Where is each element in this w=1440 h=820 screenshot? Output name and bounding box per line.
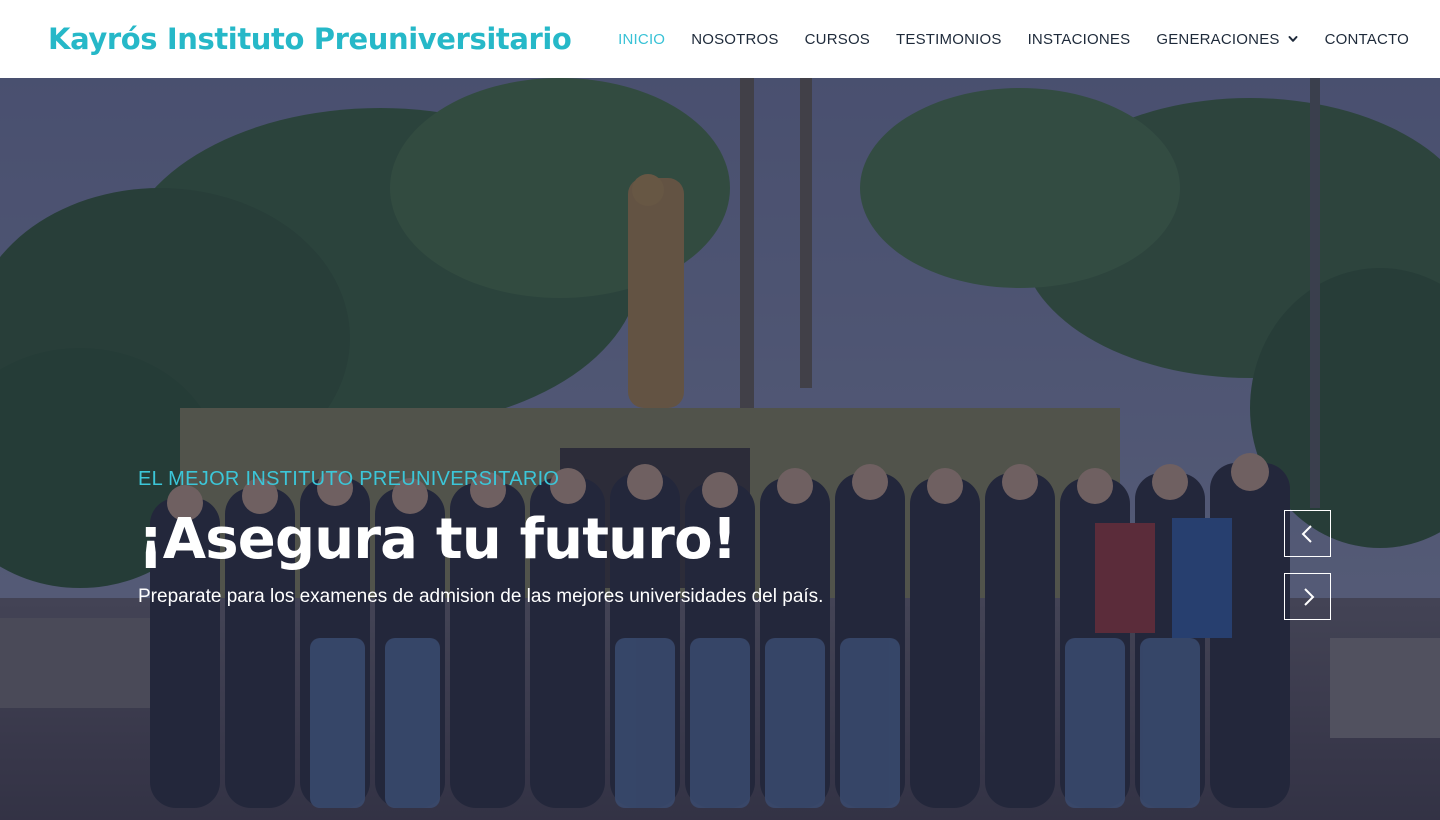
main-nav: INICIO NOSOTROS CURSOS TESTIMONIOS INSTA… <box>605 31 1422 48</box>
nav-cursos[interactable]: CURSOS <box>792 31 883 48</box>
site-header: Kayrós Instituto Preuniversitario INICIO… <box>0 0 1440 78</box>
hero-overlay <box>0 78 1440 820</box>
hero-eyebrow: EL MEJOR INSTITUTO PREUNIVERSITARIO <box>138 468 560 490</box>
hero-headline: ¡Asegura tu futuro! <box>138 507 737 572</box>
chevron-down-icon <box>1288 36 1298 42</box>
slider-prev-button[interactable] <box>1284 510 1331 557</box>
nav-contacto[interactable]: CONTACTO <box>1312 31 1422 48</box>
hero-caption: EL MEJOR INSTITUTO PREUNIVERSITARIO ¡Ase… <box>138 468 1038 608</box>
hero-slider: EL MEJOR INSTITUTO PREUNIVERSITARIO ¡Ase… <box>0 78 1440 820</box>
nav-instaciones[interactable]: INSTACIONES <box>1015 31 1144 48</box>
nav-inicio[interactable]: INICIO <box>605 31 678 48</box>
nav-nosotros[interactable]: NOSOTROS <box>678 31 791 48</box>
slider-next-button[interactable] <box>1284 573 1331 620</box>
hero-subline: Preparate para los examenes de admision … <box>138 586 824 608</box>
nav-generaciones[interactable]: GENERACIONES <box>1143 31 1311 48</box>
nav-generaciones-label: GENERACIONES <box>1156 30 1280 48</box>
chevron-left-icon <box>1301 524 1312 543</box>
brand-logo[interactable]: Kayrós Instituto Preuniversitario <box>48 22 572 56</box>
nav-testimonios[interactable]: TESTIMONIOS <box>883 31 1015 48</box>
chevron-right-icon <box>1303 587 1314 606</box>
